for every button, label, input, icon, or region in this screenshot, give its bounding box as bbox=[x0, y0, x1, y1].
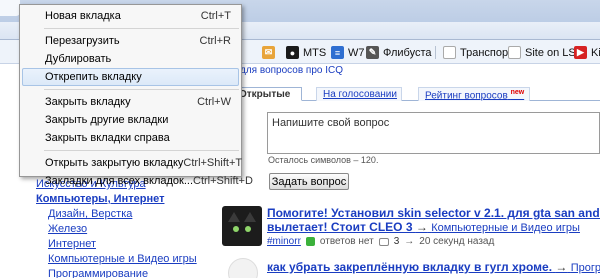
user-tag[interactable]: #minorr bbox=[267, 236, 301, 247]
page-icon bbox=[508, 46, 521, 59]
answers-status: ответов нет bbox=[319, 236, 374, 247]
bookmark-w7[interactable]: ≡ W7 bbox=[331, 45, 365, 60]
tab-context-menu: Новая вкладка Ctrl+T Перезагрузить Ctrl+… bbox=[19, 4, 253, 187]
menu-separator bbox=[44, 28, 239, 29]
tab-voting[interactable]: На голосовании bbox=[316, 87, 402, 101]
tab-open[interactable]: Открытые bbox=[232, 87, 302, 101]
menu-item-close-tab[interactable]: Закрыть вкладку Ctrl+W bbox=[20, 93, 241, 111]
bookmark-flibusta[interactable]: ✎ Флибуста bbox=[366, 45, 432, 60]
menu-item-reopen-closed-tab[interactable]: Открыть закрытую вкладку Ctrl+Shift+T bbox=[20, 154, 242, 172]
menu-item-reload[interactable]: Перезагрузить Ctrl+R bbox=[20, 32, 241, 50]
character-counter: Осталось символов – 120. bbox=[268, 155, 379, 165]
category-internet[interactable]: Интернет bbox=[48, 237, 236, 252]
category-video-games[interactable]: Компьютерные и Видео игры bbox=[48, 252, 236, 267]
youtube-icon: ▶ bbox=[574, 46, 587, 59]
bookmark-mts[interactable]: ● MTS bbox=[286, 45, 326, 60]
category-programming[interactable]: Программирование bbox=[48, 267, 236, 278]
category-hardware[interactable]: Железо bbox=[48, 222, 236, 237]
bookmark-transport[interactable]: Транспорт bbox=[443, 45, 513, 60]
bookmark-separator bbox=[435, 46, 436, 59]
ask-question-button[interactable]: Задать вопрос bbox=[269, 173, 349, 190]
question-time: 20 секунд назад bbox=[419, 236, 495, 247]
question-meta: #minorr ответов нет 3 → 20 секунд назад bbox=[267, 236, 494, 247]
check-icon bbox=[305, 237, 315, 246]
menu-item-duplicate[interactable]: Дублировать bbox=[20, 50, 241, 68]
bookmark-icon-1[interactable]: ✉ bbox=[262, 45, 275, 60]
avatar[interactable] bbox=[222, 206, 262, 246]
question-input[interactable]: Напишите свой вопрос bbox=[267, 112, 600, 154]
mts-icon: ● bbox=[286, 46, 299, 59]
tab-rating[interactable]: Рейтинг вопросов new bbox=[418, 87, 530, 101]
page-icon bbox=[443, 46, 456, 59]
category-computers-internet[interactable]: Компьютеры, Интернет bbox=[36, 192, 236, 207]
new-badge: new bbox=[510, 89, 525, 96]
pinned-tab[interactable] bbox=[0, 0, 20, 16]
bookmark-site-on-lsd[interactable]: Site on LSD bbox=[508, 45, 584, 60]
avatar[interactable] bbox=[228, 258, 258, 278]
comment-icon bbox=[378, 237, 389, 246]
bookmark-kit[interactable]: ▶ Kit bbox=[574, 45, 600, 60]
w7-icon: ≡ bbox=[331, 46, 344, 59]
menu-item-new-tab[interactable]: Новая вкладка Ctrl+T bbox=[20, 7, 241, 25]
menu-separator bbox=[44, 150, 239, 151]
question-tabs: Открытые На голосовании Рейтинг вопросов… bbox=[232, 87, 600, 101]
flibusta-icon: ✎ bbox=[366, 46, 379, 59]
menu-separator bbox=[44, 89, 239, 90]
category-list: Искусство и Культура Компьютеры, Интерне… bbox=[36, 177, 236, 278]
icq-questions-link[interactable]: для вопросов про ICQ bbox=[240, 65, 343, 76]
question-title[interactable]: Помогите! Установил skin selector v 2.1.… bbox=[267, 206, 600, 221]
comment-count: 3 bbox=[393, 236, 400, 247]
category-design[interactable]: Дизайн, Верстка bbox=[48, 207, 236, 222]
menu-item-unpin-tab[interactable]: Открепить вкладку bbox=[22, 68, 239, 86]
arrow-icon: → bbox=[404, 236, 415, 247]
question-title-line2[interactable]: вылетает! Стоит CLEO 3 → Компьютерные и … bbox=[267, 220, 580, 236]
question-placeholder: Напишите свой вопрос bbox=[272, 117, 390, 129]
menu-item-bookmark-all-tabs[interactable]: Закладки для всех вкладок... Ctrl+Shift+… bbox=[20, 172, 253, 190]
question-category-link[interactable]: Компьютерные и Видео игры bbox=[431, 222, 580, 234]
question-category-link[interactable]: Программ bbox=[571, 262, 600, 274]
question-title[interactable]: как убрать закреплённую вкладку в гугл х… bbox=[267, 260, 600, 276]
menu-item-close-other-tabs[interactable]: Закрыть другие вкладки bbox=[20, 111, 241, 129]
menu-item-close-tabs-right[interactable]: Закрыть вкладки справа bbox=[20, 129, 241, 147]
